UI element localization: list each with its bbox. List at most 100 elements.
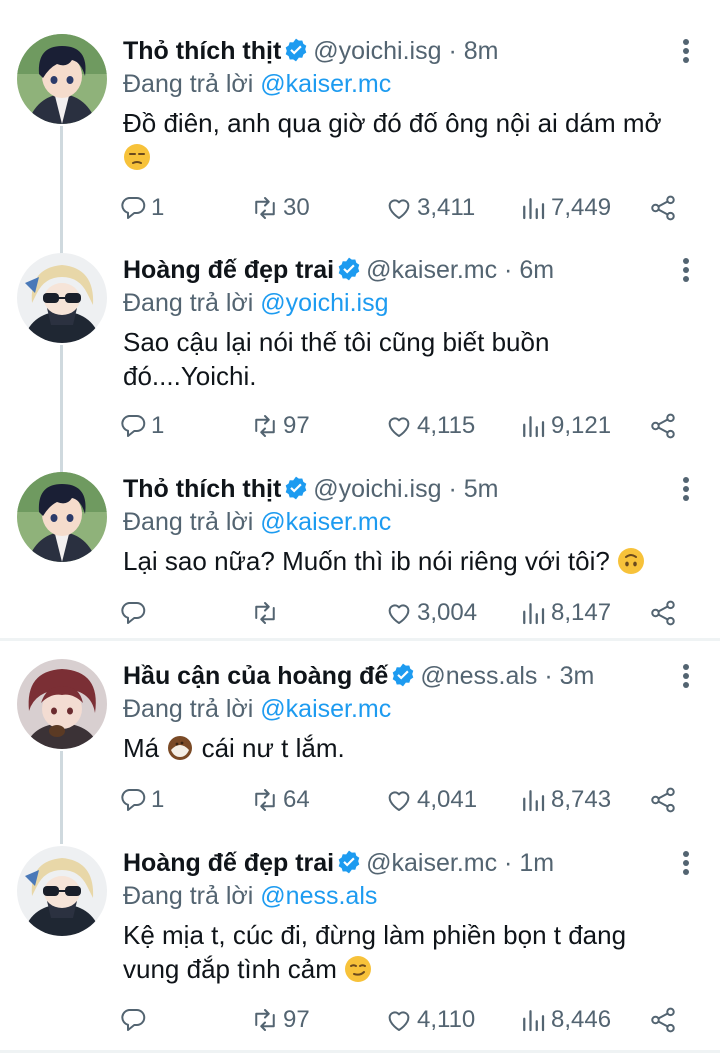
view-count: 8,446	[551, 1006, 612, 1033]
more-options-icon[interactable]	[682, 38, 690, 64]
reply-button[interactable]: 1	[118, 408, 164, 444]
handle[interactable]: @yoichi.isg	[313, 475, 441, 503]
reply-count: 1	[151, 412, 165, 439]
share-button[interactable]	[648, 408, 681, 444]
timestamp[interactable]: 1m	[519, 849, 554, 877]
tweet-text-line: Sao cậu lại nói thế tôi cũng biết buồn	[123, 327, 550, 357]
view-count: 9,121	[551, 412, 612, 439]
thread-line	[60, 126, 63, 268]
reply-mention-link[interactable]: @kaiser.mc	[260, 695, 391, 723]
like-button[interactable]: 3,004	[384, 595, 477, 631]
share-button[interactable]	[648, 782, 681, 818]
tweet[interactable]: Hoàng đế đẹp trai @kaiser.mc · 1m Đang tr…	[0, 846, 720, 1046]
like-count: 4,041	[417, 786, 478, 813]
replying-to: Đang trả lời @kaiser.mc	[123, 693, 391, 725]
avatar[interactable]	[17, 34, 107, 124]
tweet-header: Hoàng đế đẹp trai @kaiser.mc · 6m	[123, 253, 554, 287]
views-button[interactable]: 7,449	[518, 190, 611, 226]
avatar[interactable]	[17, 846, 107, 936]
reply-mention-link[interactable]: @kaiser.mc	[260, 508, 391, 536]
like-count: 4,115	[417, 412, 476, 439]
upside-down-face-emoji-icon	[618, 548, 645, 574]
display-name[interactable]: Thỏ thích thịt	[123, 37, 281, 65]
like-button[interactable]: 4,115	[384, 408, 475, 444]
retweet-button[interactable]: 30	[250, 190, 310, 226]
thread-line	[60, 345, 63, 473]
tweet[interactable]: Thỏ thích thịt @yoichi.isg · 5m Đang trả …	[0, 472, 720, 632]
handle[interactable]: @kaiser.mc	[366, 256, 497, 284]
retweet-count: 30	[283, 194, 310, 221]
retweet-count: 64	[283, 786, 310, 813]
tweet-text-line: vung đắp tình cảm	[123, 954, 337, 984]
reply-mention-link[interactable]: @kaiser.mc	[260, 70, 391, 98]
tweet[interactable]: Hoàng đế đẹp trai @kaiser.mc · 6m Đang tr…	[0, 253, 720, 473]
verified-badge-icon	[286, 476, 307, 500]
share-button[interactable]	[648, 1002, 681, 1038]
heart-icon	[388, 1011, 410, 1031]
view-count: 8,743	[551, 786, 612, 813]
replying-to: Đang trả lời @kaiser.mc	[123, 506, 391, 538]
tweet-divider	[0, 638, 720, 641]
reply-button[interactable]: 1	[118, 782, 164, 818]
verified-badge-icon	[393, 663, 414, 687]
reply-mention-link[interactable]: @ness.als	[260, 882, 377, 910]
avatar[interactable]	[17, 253, 107, 343]
views-button[interactable]: 8,147	[518, 595, 611, 631]
like-count: 4,110	[417, 1006, 476, 1033]
retweet-button[interactable]	[250, 595, 283, 631]
reply-icon	[121, 1009, 146, 1031]
timestamp[interactable]: 3m	[560, 662, 595, 690]
retweet-button[interactable]: 97	[250, 1002, 310, 1038]
reply-count: 1	[151, 786, 165, 813]
views-button[interactable]: 8,743	[518, 782, 611, 818]
coconut-emoji-icon	[168, 736, 193, 760]
display-name[interactable]: Thỏ thích thịt	[123, 475, 281, 503]
more-options-icon[interactable]	[682, 476, 690, 502]
bar-chart-icon	[523, 416, 545, 438]
tweet[interactable]: Hầu cận của hoàng đế @ness.als · 3m Đang …	[0, 659, 720, 844]
views-button[interactable]: 9,121	[518, 408, 611, 444]
display-name[interactable]: Hoàng đế đẹp trai	[123, 256, 334, 284]
display-name[interactable]: Hầu cận của hoàng đế	[123, 662, 388, 690]
views-button[interactable]: 8,446	[518, 1002, 611, 1038]
reply-icon	[121, 197, 146, 219]
share-button[interactable]	[648, 595, 681, 631]
more-options-icon[interactable]	[682, 663, 690, 689]
display-name[interactable]: Hoàng đế đẹp trai	[123, 849, 334, 877]
reply-button[interactable]: 1	[118, 190, 164, 226]
timestamp[interactable]: 5m	[464, 475, 499, 503]
separator-dot: ·	[441, 37, 464, 65]
like-button[interactable]: 3,411	[384, 190, 475, 226]
tweet-text-segment: Má	[123, 733, 160, 763]
tweet[interactable]: Thỏ thích thịt @yoichi.isg · 8m Đang trả …	[0, 34, 720, 268]
more-options-icon[interactable]	[682, 257, 690, 283]
share-icon	[651, 1007, 675, 1033]
reply-mention-link[interactable]: @yoichi.isg	[260, 289, 388, 317]
reply-count: 1	[151, 194, 165, 221]
tweet-text-segment: cái nư t lắm.	[201, 733, 345, 763]
heart-icon	[388, 604, 410, 624]
reply-icon	[121, 602, 146, 624]
reply-icon	[121, 789, 146, 811]
retweet-icon	[255, 789, 275, 811]
reply-button[interactable]	[118, 1002, 151, 1038]
reply-button[interactable]	[118, 595, 151, 631]
timestamp[interactable]: 8m	[464, 37, 499, 65]
timestamp[interactable]: 6m	[519, 256, 554, 284]
handle[interactable]: @ness.als	[420, 662, 537, 690]
separator-dot: ·	[497, 256, 520, 284]
retweet-button[interactable]: 97	[250, 408, 310, 444]
retweet-button[interactable]: 64	[250, 782, 310, 818]
replying-to: Đang trả lời @kaiser.mc	[123, 68, 391, 100]
avatar[interactable]	[17, 659, 107, 749]
like-button[interactable]: 4,041	[384, 782, 477, 818]
handle[interactable]: @kaiser.mc	[366, 849, 497, 877]
like-count: 3,411	[417, 194, 476, 221]
share-button[interactable]	[648, 190, 681, 226]
handle[interactable]: @yoichi.isg	[313, 37, 441, 65]
tweet-text-line: đó....Yoichi.	[123, 361, 257, 391]
more-options-icon[interactable]	[682, 850, 690, 876]
tweet-header: Hầu cận của hoàng đế @ness.als · 3m	[123, 659, 594, 693]
avatar[interactable]	[17, 472, 107, 562]
like-button[interactable]: 4,110	[384, 1002, 475, 1038]
